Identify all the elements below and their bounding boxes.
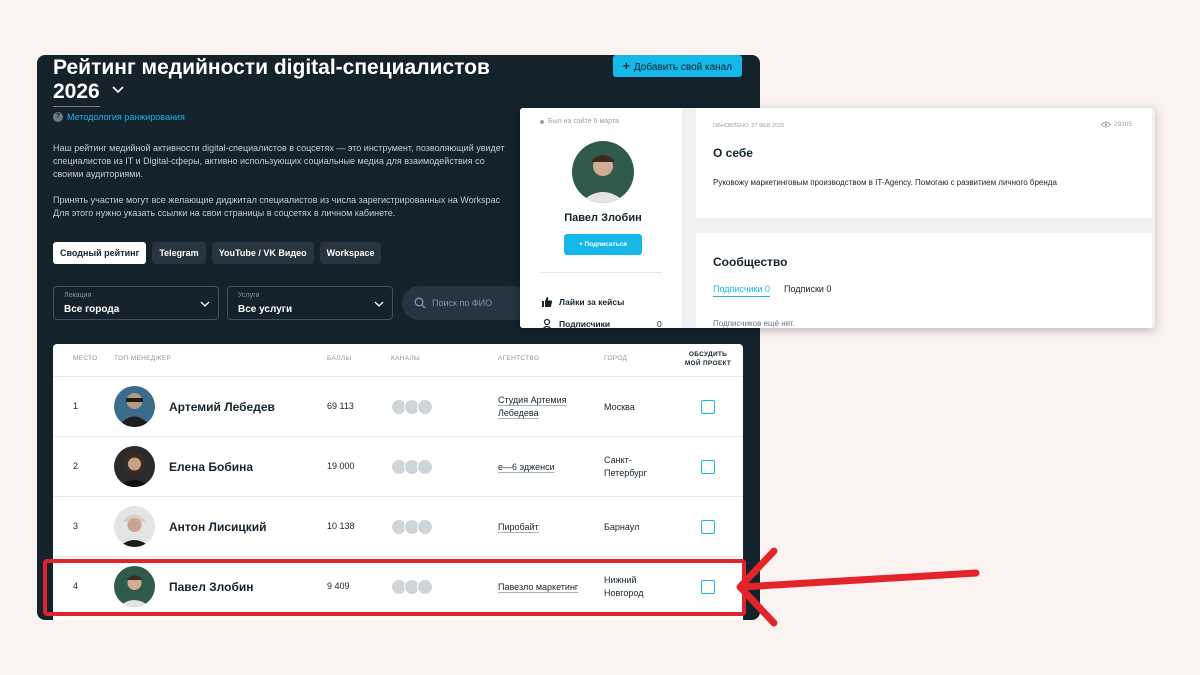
- search-icon: [414, 297, 426, 309]
- chevron-down-icon[interactable]: [111, 83, 125, 97]
- profile-name: Павел Злобин: [564, 212, 642, 224]
- channels-icons: [391, 399, 433, 415]
- header-place: Место: [73, 355, 98, 362]
- profile-sidebar: Был на сайте 6 марта Павел Злобин + Подп…: [520, 108, 682, 328]
- subscribers-stat[interactable]: Подписчики 0: [541, 318, 662, 328]
- likes-stat[interactable]: Лайки за кейсы: [541, 296, 624, 308]
- manager-name[interactable]: Елена Бобина: [169, 460, 253, 474]
- about-text: Руковожу маркетинговым производством в I…: [713, 178, 1057, 187]
- header-agency: Агентство: [498, 355, 540, 362]
- agency-link[interactable]: е—6 эдженси: [498, 461, 555, 474]
- tab-subscribers[interactable]: Подписчики 0: [713, 284, 771, 297]
- channels-icons: [391, 459, 433, 475]
- thumbs-up-icon: [542, 297, 553, 307]
- question-icon: ?: [53, 112, 63, 122]
- discuss-checkbox[interactable]: [701, 400, 715, 414]
- table-row[interactable]: 3 Антон Лисицкий 10 138 Пиробайт Барнаул: [53, 497, 743, 557]
- header-score: Баллы: [327, 355, 352, 362]
- table-header: Место Топ-менеджер Баллы Каналы Агентств…: [53, 344, 743, 377]
- last-seen: Был на сайте 6 марта: [540, 118, 619, 125]
- avatar[interactable]: [114, 446, 155, 487]
- services-select[interactable]: Услуги Все услуги: [227, 286, 393, 320]
- eye-icon: [1100, 121, 1111, 128]
- header-manager: Топ-менеджер: [114, 355, 172, 362]
- methodology-link[interactable]: ? Методология ранжирования: [53, 112, 185, 122]
- tab-workspace[interactable]: Workspace: [319, 242, 382, 264]
- about-card: Обновлено: 27 фев 2025 29305 О себе Руко…: [696, 108, 1152, 218]
- avatar[interactable]: [114, 386, 155, 427]
- views-count: 29305: [1100, 121, 1132, 128]
- updated-date: Обновлено: 27 фев 2025: [713, 123, 785, 129]
- highlight-box: [43, 559, 746, 616]
- header-channels: Каналы: [391, 355, 421, 362]
- community-title: Сообщество: [713, 255, 788, 269]
- add-channel-button[interactable]: + Добавить свой канал: [613, 55, 742, 77]
- chevron-down-icon: [200, 301, 210, 307]
- workspace-icon: [417, 459, 433, 475]
- header-discuss: Обсудить мой проект: [684, 351, 732, 367]
- chevron-down-icon: [374, 301, 384, 307]
- user-icon: [542, 318, 552, 328]
- table-row[interactable]: 1 Артемий Лебедев 69 113 Студия Артемия …: [53, 377, 743, 437]
- discuss-checkbox[interactable]: [701, 460, 715, 474]
- manager-name[interactable]: Антон Лисицкий: [169, 520, 267, 534]
- discuss-checkbox[interactable]: [701, 520, 715, 534]
- search-input[interactable]: [432, 295, 522, 311]
- about-title: О себе: [713, 146, 753, 160]
- tab-summary[interactable]: Сводный рейтинг: [53, 242, 147, 264]
- arrow-icon: [736, 547, 980, 627]
- community-tabs: Подписчики 0 Подписки 0: [713, 284, 831, 297]
- divider: [540, 272, 662, 273]
- header-city: Город: [604, 355, 628, 362]
- tab-telegram[interactable]: Telegram: [152, 242, 206, 264]
- workspace-icon: [417, 399, 433, 415]
- status-dot-icon: [540, 119, 544, 124]
- search-field[interactable]: [402, 286, 532, 320]
- page-title: Рейтинг медийности digital-специалистов: [53, 56, 490, 79]
- avatar: [572, 141, 634, 203]
- subscribe-button[interactable]: + Подписаться: [564, 234, 642, 255]
- profile-card: Был на сайте 6 марта Павел Злобин + Подп…: [520, 108, 1155, 328]
- table-row[interactable]: 2 Елена Бобина 19 000 е—6 эдженси Санкт-…: [53, 437, 743, 497]
- manager-name[interactable]: Артемий Лебедев: [169, 400, 275, 414]
- channels-icons: [391, 519, 433, 535]
- rating-tabs: Сводный рейтинг Telegram YouTube / VK Ви…: [53, 242, 382, 264]
- tab-youtube-vk[interactable]: YouTube / VK Видео: [211, 242, 314, 264]
- workspace-icon: [417, 519, 433, 535]
- agency-link[interactable]: Студия Артемия Лебедева: [498, 394, 567, 420]
- location-select[interactable]: Локация Все города: [53, 286, 219, 320]
- plus-icon: +: [622, 59, 630, 73]
- community-card: Сообщество Подписчики 0 Подписки 0 Подпи…: [696, 233, 1152, 328]
- empty-state: Подписчиков ещё нет.: [713, 319, 795, 328]
- tab-subscriptions[interactable]: Подписки 0: [784, 284, 831, 297]
- agency-link[interactable]: Пиробайт: [498, 521, 539, 534]
- rating-description: Наш рейтинг медийной активности digital-…: [53, 143, 505, 218]
- avatar[interactable]: [114, 506, 155, 547]
- year-selector[interactable]: 2026: [53, 80, 100, 107]
